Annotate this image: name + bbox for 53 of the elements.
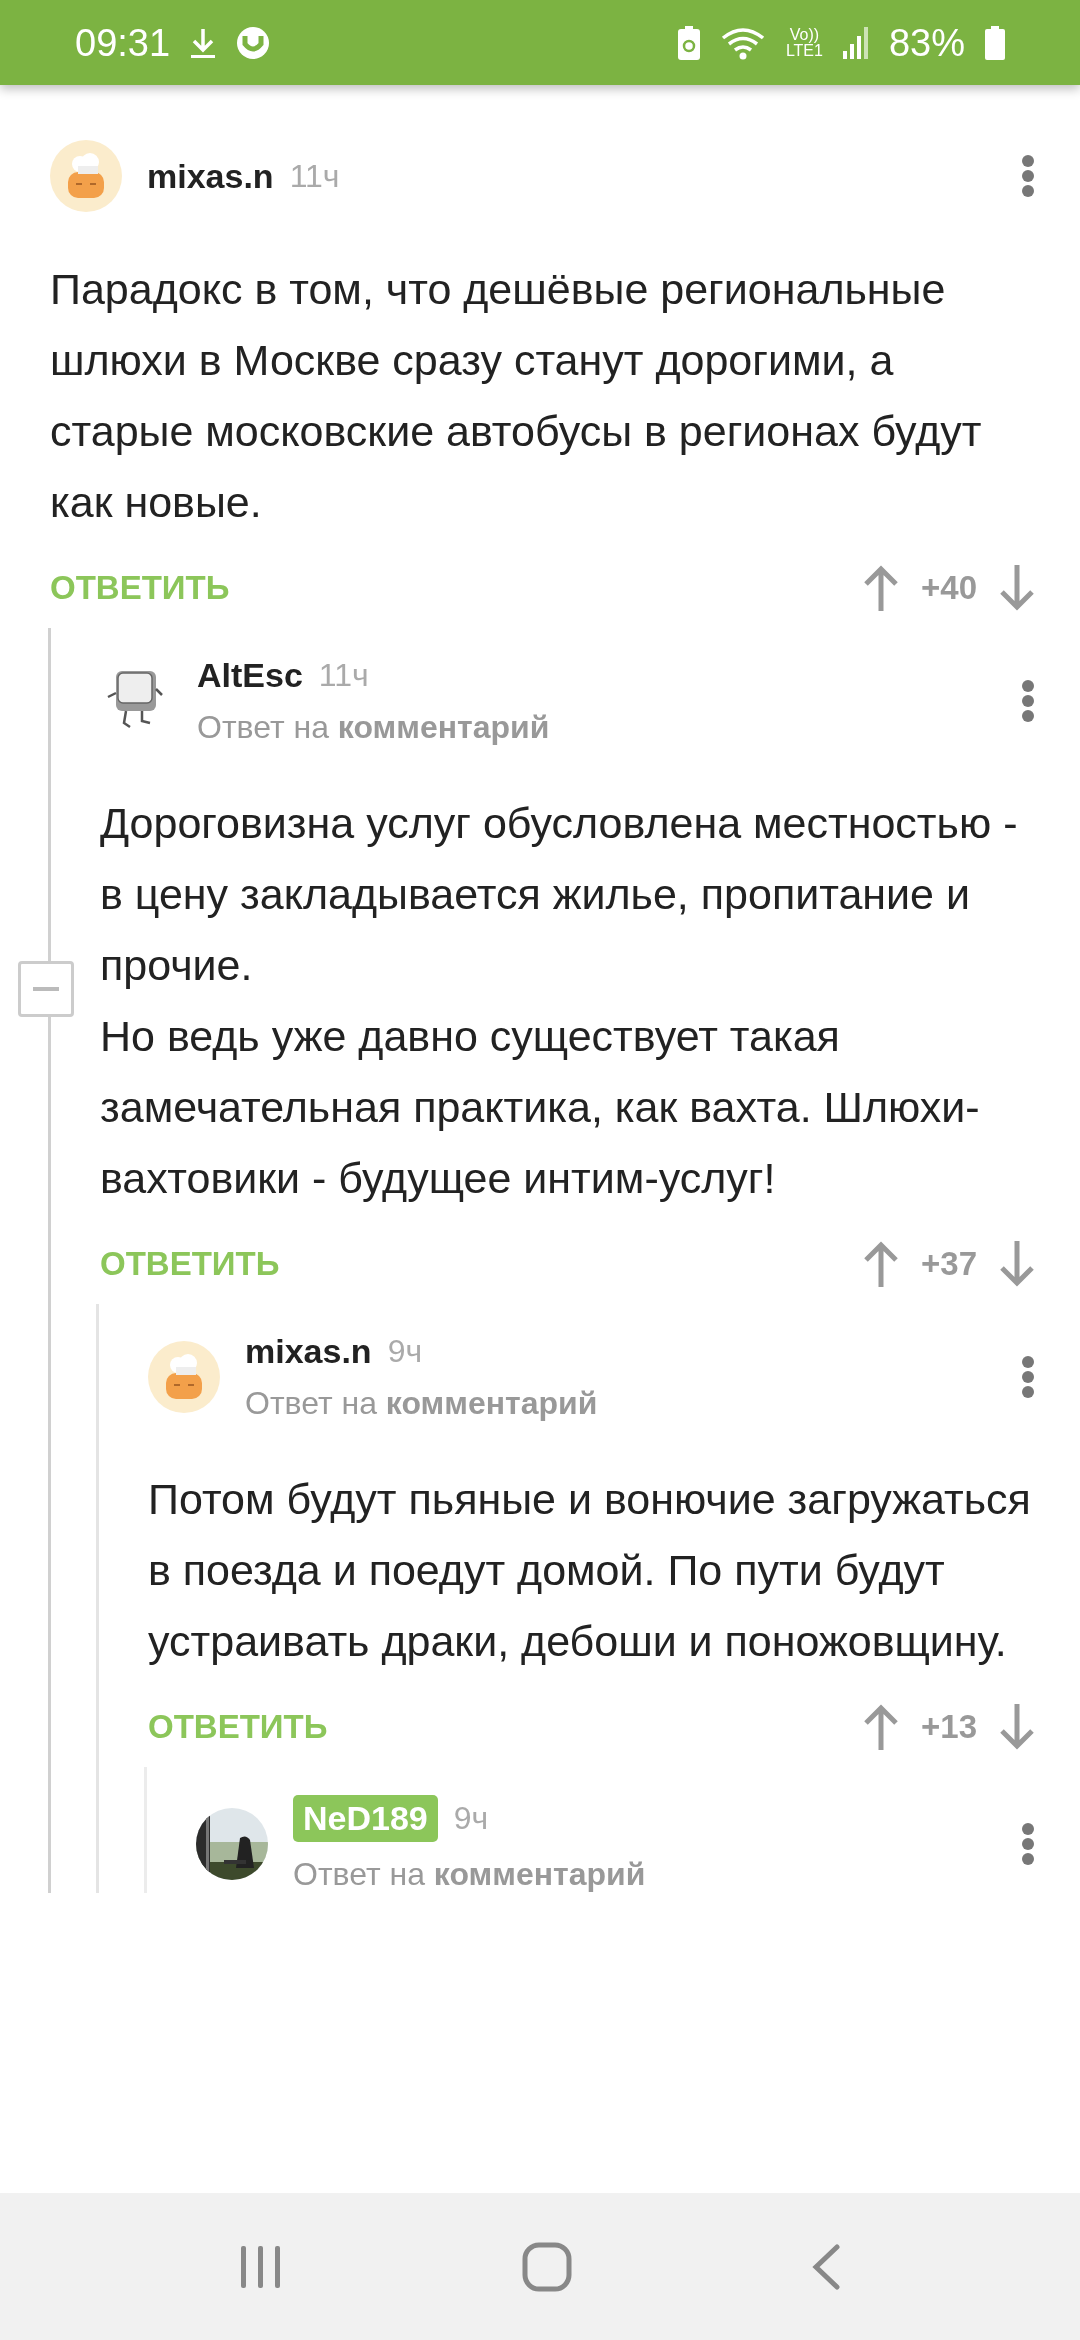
more-options-icon[interactable] bbox=[1021, 679, 1035, 723]
comment-time: 11ч bbox=[318, 657, 369, 694]
downvote-button[interactable] bbox=[999, 1241, 1035, 1287]
comment-text: Но ведь уже давно существует такая замечательная практика, как вахта. Шлюхи-вахтовики - будущее интим-услуг! bbox=[100, 1011, 981, 1204]
reply-to-text: Ответ на комментарий bbox=[293, 1856, 647, 1893]
reply-to-text: Ответ на комментарий bbox=[197, 709, 551, 746]
reply-link[interactable]: ОТВЕТИТЬ bbox=[50, 569, 230, 607]
download-icon bbox=[190, 26, 217, 59]
battery-icon bbox=[985, 25, 1005, 60]
arrow-up-icon bbox=[863, 1241, 899, 1287]
comment-text: Потом будут пьяные и вонючие загружаться в поезда и поедут домой. По пути будут устраивать драки, дебоши и поножовщину. bbox=[148, 1474, 1032, 1667]
battery-percent: 83% bbox=[888, 23, 965, 62]
volte-label: Vo)) bbox=[789, 26, 820, 43]
arrow-down-icon bbox=[999, 1704, 1035, 1750]
torrent-icon bbox=[236, 25, 271, 60]
network-label: LTE1 bbox=[785, 42, 823, 59]
author-name[interactable]: mixas.n bbox=[147, 156, 274, 196]
battery-saver-icon bbox=[677, 25, 700, 60]
upvote-button[interactable] bbox=[863, 1241, 899, 1287]
arrow-down-icon bbox=[999, 1241, 1035, 1287]
comment-score: +37 bbox=[921, 1245, 977, 1283]
more-options-icon[interactable] bbox=[1021, 1822, 1035, 1866]
status-time: 09:31 bbox=[75, 23, 171, 62]
comment-text: Дороговизна услуг обусловлена местностью - в цену закладывается жилье, пропитание и прочие. bbox=[100, 798, 1019, 991]
author-name[interactable]: AltEsc bbox=[197, 656, 303, 695]
downvote-button[interactable] bbox=[999, 1704, 1035, 1750]
avatar-icon[interactable] bbox=[148, 1341, 220, 1413]
author-name[interactable]: NeD189 bbox=[293, 1795, 438, 1842]
reply-to-text: Ответ на комментарий bbox=[245, 1385, 599, 1422]
arrow-down-icon bbox=[999, 565, 1035, 611]
upvote-button[interactable] bbox=[863, 565, 899, 611]
more-options-icon[interactable] bbox=[1021, 154, 1035, 198]
arrow-up-icon bbox=[863, 565, 899, 611]
comment-time: 11ч bbox=[289, 157, 340, 195]
wifi-icon bbox=[719, 25, 766, 60]
comment-text: Парадокс в том, что дешёвые региональные шлюхи в Москве сразу станут дорогими, а старые московские автобусы в регионах будут как новые. bbox=[50, 264, 983, 528]
reply-link[interactable]: ОТВЕТИТЬ bbox=[100, 1245, 280, 1283]
author-name[interactable]: mixas.n bbox=[245, 1332, 372, 1371]
comment-score: +40 bbox=[921, 569, 977, 607]
back-button[interactable] bbox=[810, 2243, 841, 2290]
minus-icon bbox=[33, 987, 59, 991]
signal-icon bbox=[842, 26, 869, 59]
comment-score: +13 bbox=[921, 1708, 977, 1746]
collapse-button[interactable] bbox=[18, 961, 74, 1017]
comment-time: 9ч bbox=[453, 1800, 489, 1837]
upvote-button[interactable] bbox=[863, 1704, 899, 1750]
home-button[interactable] bbox=[522, 2241, 572, 2292]
comment-time: 9ч bbox=[387, 1333, 423, 1370]
downvote-button[interactable] bbox=[999, 565, 1035, 611]
avatar-icon[interactable] bbox=[50, 140, 122, 212]
reply-link[interactable]: ОТВЕТИТЬ bbox=[148, 1708, 328, 1746]
more-options-icon[interactable] bbox=[1021, 1355, 1035, 1399]
arrow-up-icon bbox=[863, 1704, 899, 1750]
